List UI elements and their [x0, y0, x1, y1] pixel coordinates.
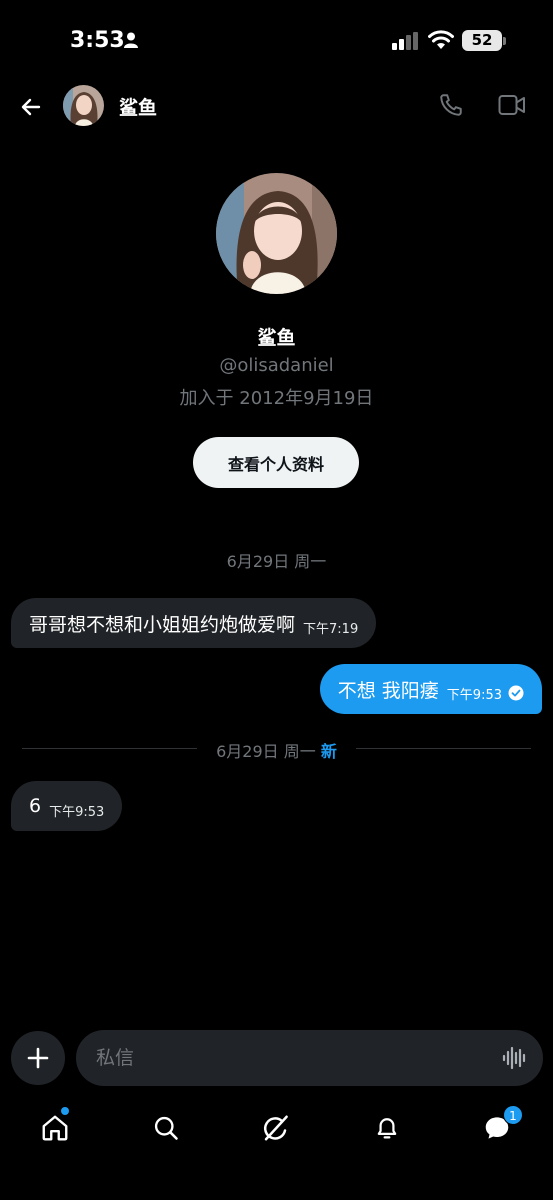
message-text: 不想 我阳痿	[337, 679, 439, 702]
arrow-left-icon	[21, 98, 41, 116]
profile-name: 鲨鱼	[257, 327, 296, 349]
nav-grok[interactable]	[258, 1110, 294, 1146]
read-check-icon	[508, 685, 524, 701]
message-time: 下午9:53	[49, 804, 105, 820]
audio-call-button[interactable]	[438, 92, 464, 122]
header-contact-name[interactable]: 鲨鱼	[119, 93, 157, 120]
add-attachment-button[interactable]	[11, 1031, 65, 1085]
message-bubble-outgoing[interactable]: 不想 我阳痿 下午9:53	[319, 664, 542, 714]
message-input[interactable]	[76, 1030, 543, 1086]
messages-badge: 1	[503, 1105, 523, 1125]
profile-handle: @olisadaniel	[219, 355, 334, 376]
battery-level: 52	[462, 30, 502, 51]
person-icon	[124, 32, 138, 52]
bottom-navigation: 1	[0, 1100, 553, 1160]
home-notification-dot	[61, 1107, 69, 1115]
search-icon	[154, 1116, 178, 1140]
phone-icon	[440, 94, 462, 116]
nav-home[interactable]	[37, 1110, 73, 1146]
conversation-header: 鲨鱼	[0, 80, 553, 132]
home-icon	[42, 1115, 68, 1141]
message-bubble-incoming[interactable]: 哥哥想不想和小姐姐约炮做爱啊 下午7:19	[11, 598, 377, 648]
message-bubble-incoming[interactable]: 6 下午9:53	[11, 781, 123, 831]
grok-icon	[263, 1115, 288, 1141]
status-time: 3:53	[70, 28, 125, 53]
message-time: 下午7:19	[303, 621, 359, 637]
plus-icon	[27, 1047, 49, 1069]
new-messages-separator: 6月29日 周一 新	[0, 738, 553, 762]
voice-message-button[interactable]	[502, 1045, 528, 1075]
divider-right	[356, 748, 531, 749]
audio-waveform-icon	[502, 1046, 526, 1070]
view-profile-button[interactable]: 查看个人资料	[193, 437, 359, 488]
nav-notifications[interactable]	[369, 1110, 405, 1146]
bell-icon	[377, 1118, 397, 1139]
back-button[interactable]	[14, 90, 48, 124]
profile-avatar[interactable]	[216, 173, 337, 294]
message-text: 哥哥想不想和小姐姐约炮做爱啊	[29, 613, 296, 636]
message-time: 下午9:53	[446, 687, 502, 703]
header-avatar[interactable]	[63, 85, 104, 126]
wifi-icon	[428, 30, 454, 54]
message-text: 6	[29, 795, 42, 817]
profile-join-date: 加入于 2012年9月19日	[179, 388, 374, 409]
video-call-button[interactable]	[498, 94, 526, 120]
cellular-signal-icon	[392, 32, 420, 54]
date-separator: 6月29日 周一	[226, 552, 327, 571]
battery-cap	[503, 37, 506, 45]
status-bar: 3:53 52	[0, 0, 553, 80]
nav-search[interactable]	[148, 1110, 184, 1146]
message-meta: 下午9:53	[447, 684, 524, 703]
video-camera-icon	[498, 95, 525, 115]
date-separator-label: 6月29日 周一	[216, 742, 316, 761]
new-label: 新	[320, 742, 337, 761]
